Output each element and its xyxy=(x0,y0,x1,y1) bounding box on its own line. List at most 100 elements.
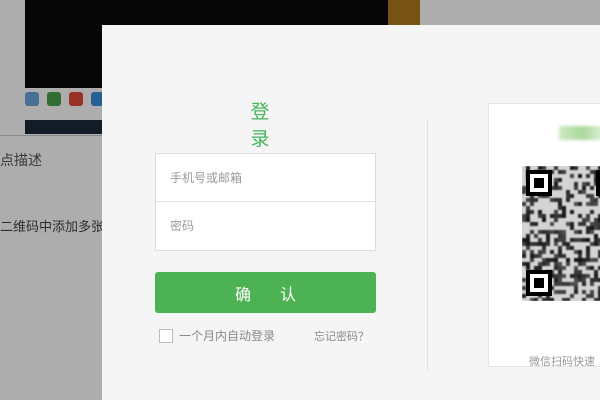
qr-module xyxy=(582,298,586,301)
qr-module xyxy=(578,238,582,242)
qr-module xyxy=(574,250,578,254)
qr-module xyxy=(594,234,598,238)
qr-module xyxy=(538,230,542,234)
qr-module xyxy=(582,282,586,286)
qr-module xyxy=(546,238,550,242)
qr-module xyxy=(530,198,534,202)
qr-module xyxy=(578,254,582,258)
qr-module xyxy=(586,246,590,250)
qr-module xyxy=(590,202,594,206)
qr-module xyxy=(558,234,562,238)
qr-module xyxy=(554,182,558,186)
qr-module xyxy=(586,238,590,242)
qr-module xyxy=(558,290,562,294)
qr-module xyxy=(530,210,534,214)
qr-module xyxy=(574,266,578,270)
remember-me-row[interactable]: 一个月内自动登录 xyxy=(159,327,275,344)
qr-module xyxy=(594,202,598,206)
qr-module xyxy=(530,242,534,246)
qr-module xyxy=(554,242,558,246)
qr-module xyxy=(530,222,534,226)
qr-module xyxy=(546,262,550,266)
remember-checkbox[interactable] xyxy=(159,328,173,343)
qr-module xyxy=(586,294,590,298)
qr-module xyxy=(582,190,586,194)
qr-module xyxy=(554,210,558,214)
qr-module xyxy=(526,242,530,246)
qr-module xyxy=(578,190,582,194)
qr-module xyxy=(574,166,578,170)
qr-module xyxy=(542,250,546,254)
qr-module xyxy=(574,182,578,186)
qr-module xyxy=(550,298,554,301)
wechat-qr-code xyxy=(522,166,600,301)
qr-module xyxy=(554,178,558,182)
qr-module xyxy=(594,198,598,202)
qr-module xyxy=(566,194,570,198)
qr-module xyxy=(562,290,566,294)
qr-module xyxy=(586,218,590,222)
qr-module xyxy=(530,250,534,254)
qr-module xyxy=(534,298,538,301)
qr-module xyxy=(574,202,578,206)
qr-module xyxy=(578,250,582,254)
password-input[interactable] xyxy=(156,202,375,249)
qr-module xyxy=(574,186,578,190)
qr-module xyxy=(570,174,574,178)
qr-module xyxy=(562,214,566,218)
phone-email-input[interactable] xyxy=(156,154,375,201)
qr-module xyxy=(542,298,546,301)
qr-module xyxy=(546,242,550,246)
qr-module xyxy=(538,242,542,246)
qr-module xyxy=(586,250,590,254)
qr-module xyxy=(582,238,586,242)
qr-module xyxy=(550,230,554,234)
qr-module xyxy=(554,230,558,234)
login-modal: 登录 确 认 一个月内自动登录 忘记密码？ 微信扫码快速 xyxy=(102,25,600,400)
qr-module xyxy=(574,278,578,282)
qr-module xyxy=(594,226,598,230)
qr-module xyxy=(538,210,542,214)
qr-module xyxy=(582,258,586,262)
qr-module xyxy=(566,198,570,202)
qr-module xyxy=(566,262,570,266)
qr-module xyxy=(542,246,546,250)
qr-module xyxy=(554,262,558,266)
qr-module xyxy=(530,254,534,258)
confirm-button[interactable]: 确 认 xyxy=(155,272,376,313)
qr-module xyxy=(546,258,550,262)
qr-module xyxy=(582,218,586,222)
qr-module xyxy=(526,206,530,210)
qr-module xyxy=(538,238,542,242)
qr-module xyxy=(566,258,570,262)
qr-module xyxy=(534,254,538,258)
qr-module xyxy=(590,266,594,270)
qr-module xyxy=(554,258,558,262)
qr-module xyxy=(562,238,566,242)
qr-module xyxy=(542,230,546,234)
qr-module xyxy=(546,230,550,234)
qr-module xyxy=(590,278,594,282)
qr-module xyxy=(554,282,558,286)
qr-module xyxy=(554,166,558,170)
qr-module xyxy=(558,266,562,270)
qr-title-blurred xyxy=(559,126,600,140)
qr-module xyxy=(558,270,562,274)
qr-caption: 微信扫码快速 xyxy=(529,355,595,368)
qr-module xyxy=(534,198,538,202)
qr-module xyxy=(590,230,594,234)
qr-module xyxy=(562,206,566,210)
qr-module xyxy=(574,238,578,242)
qr-module xyxy=(590,194,594,198)
qr-module xyxy=(522,214,526,218)
qr-module xyxy=(582,290,586,294)
qr-module xyxy=(586,214,590,218)
forgot-password-link[interactable]: 忘记密码？ xyxy=(314,328,369,344)
qr-module xyxy=(574,230,578,234)
qr-module xyxy=(586,226,590,230)
qr-module xyxy=(566,222,570,226)
qr-module xyxy=(590,186,594,190)
qr-module xyxy=(534,222,538,226)
qr-module xyxy=(530,230,534,234)
qr-module xyxy=(554,218,558,222)
